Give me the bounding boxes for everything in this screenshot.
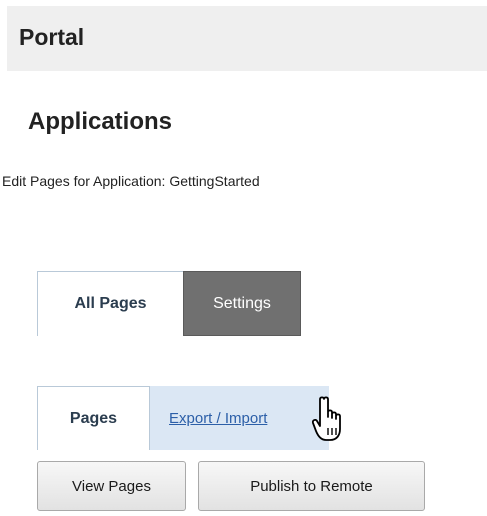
tab-all-pages[interactable]: All Pages (37, 271, 183, 336)
publish-to-remote-button[interactable]: Publish to Remote (198, 461, 425, 511)
page-title: Applications (28, 108, 173, 135)
portal-title: Portal (19, 24, 85, 50)
view-pages-button[interactable]: View Pages (37, 461, 186, 511)
page: Portal Applications Edit Pages for Appli… (0, 0, 487, 516)
secondary-tab-bar: Pages Export / Import (37, 386, 329, 450)
page-subtitle: Edit Pages for Application: GettingStart… (2, 173, 260, 189)
portal-header-bar: Portal (7, 6, 487, 71)
primary-tab-bar: All Pages Settings (37, 271, 301, 336)
hand-pointer-icon (311, 396, 341, 441)
tab-export-import[interactable]: Export / Import (150, 386, 329, 450)
tab-pages[interactable]: Pages (37, 386, 150, 450)
tab-settings[interactable]: Settings (183, 271, 301, 336)
